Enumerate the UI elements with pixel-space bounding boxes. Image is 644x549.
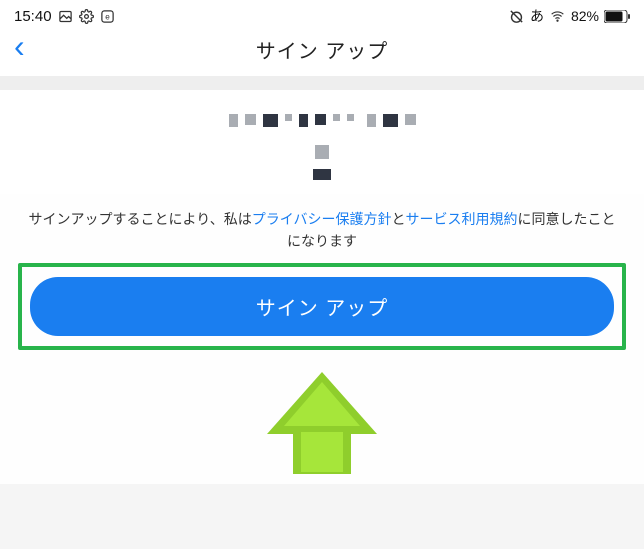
battery-percent: 82% <box>571 8 599 24</box>
battery-icon <box>604 10 630 23</box>
footer-section: サインアップすることにより、私はプライバシー保護方針とサービス利用規約に同意した… <box>0 194 644 484</box>
settings-icon <box>79 9 94 24</box>
signup-button[interactable]: サイン アップ <box>30 277 614 336</box>
arrow-annotation <box>18 372 626 474</box>
image-icon <box>58 9 73 24</box>
redacted-content <box>0 90 644 194</box>
terms-link[interactable]: サービス利用規約 <box>405 211 517 227</box>
status-time: 15:40 <box>14 8 52 25</box>
app-icon: e <box>100 9 115 24</box>
wifi-icon <box>549 9 566 23</box>
section-divider <box>0 76 644 90</box>
language-indicator: あ <box>530 6 544 26</box>
arrow-up-icon <box>267 372 377 434</box>
back-button[interactable]: ‹ <box>14 30 25 62</box>
alarm-off-icon <box>508 8 525 25</box>
status-bar: 15:40 e あ 82% <box>0 0 644 28</box>
consent-text: サインアップすることにより、私はプライバシー保護方針とサービス利用規約に同意した… <box>18 208 626 263</box>
highlight-annotation: サイン アップ <box>18 263 626 350</box>
privacy-link[interactable]: プライバシー保護方針 <box>252 211 392 227</box>
page-title: サイン アップ <box>256 35 389 64</box>
svg-text:e: e <box>105 12 110 21</box>
nav-bar: ‹ サイン アップ <box>0 28 644 76</box>
